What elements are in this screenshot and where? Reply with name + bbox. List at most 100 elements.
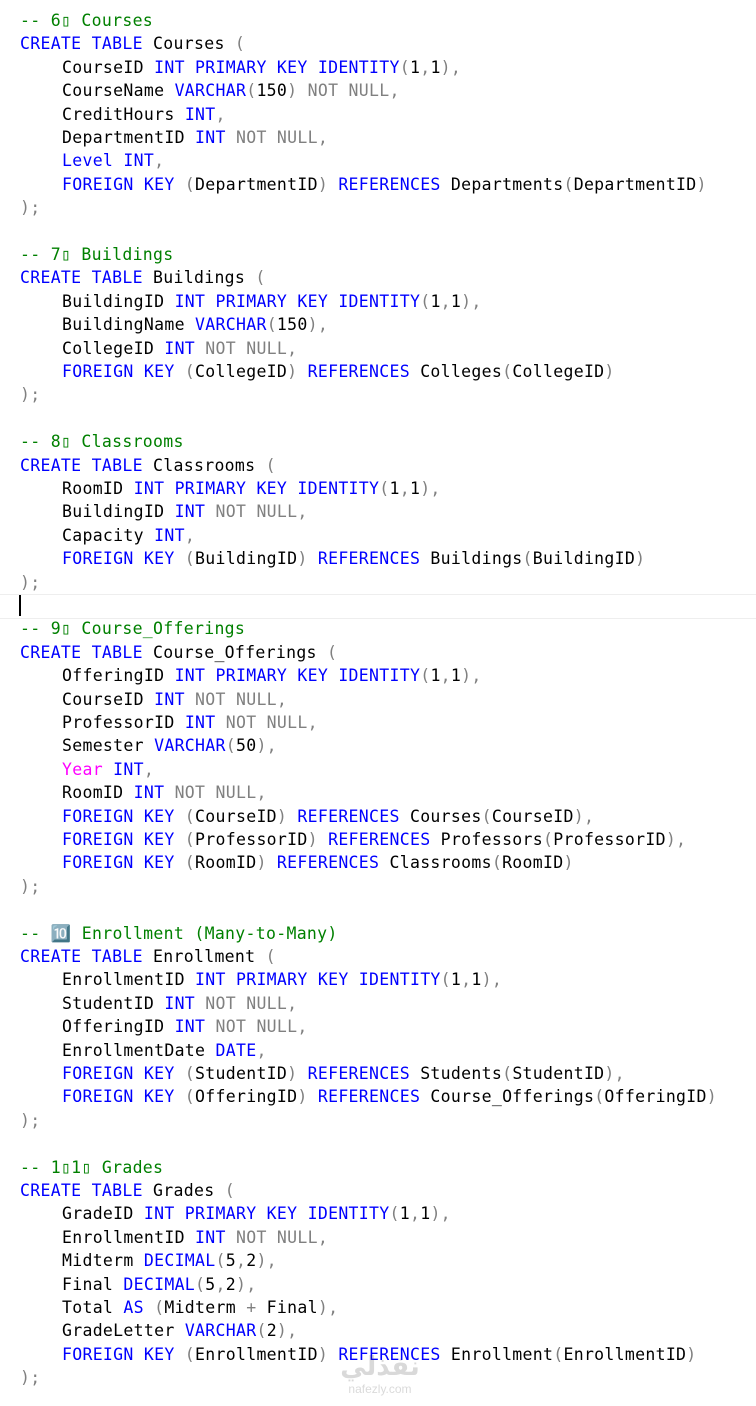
code-token: ); xyxy=(20,198,41,218)
code-token: 1 xyxy=(430,666,441,686)
code-token: ) xyxy=(287,1064,298,1083)
code-line: ); xyxy=(20,571,40,594)
code-token: 1 xyxy=(450,970,462,990)
code-token: FOREIGN KEY xyxy=(62,1087,175,1107)
code-token: EnrollmentDate xyxy=(62,1040,216,1060)
code-token: , xyxy=(235,1251,247,1271)
code-token: Midterm xyxy=(62,1251,144,1271)
code-token: Midterm xyxy=(164,1298,247,1317)
code-token: ) xyxy=(297,549,308,569)
code-token: ) NOT NULL, xyxy=(287,81,400,101)
code-line: -- 9▯ Course_Offerings xyxy=(20,617,245,640)
code-token: BuildingID xyxy=(532,549,636,569)
code-line: CREATE TABLE Enrollment ( xyxy=(20,945,276,968)
code-line: FOREIGN KEY (OfferingID) REFERENCES Cour… xyxy=(62,1085,717,1108)
code-token: INT xyxy=(164,993,196,1013)
code-token: Classrooms xyxy=(142,455,266,475)
code-line: EnrollmentDate DATE, xyxy=(62,1039,267,1062)
code-token: ) xyxy=(686,1344,697,1364)
code-token: ( xyxy=(502,362,513,381)
code-token: Students xyxy=(409,1064,503,1083)
code-token: ) xyxy=(696,174,707,194)
code-token: ) xyxy=(287,362,298,381)
code-token: CollegeID xyxy=(62,338,165,358)
code-line: DepartmentID INT NOT NULL, xyxy=(62,126,328,149)
code-token: INT xyxy=(174,502,206,522)
code-editor[interactable]: -- 6▯ Courses CREATE TABLE Courses (Cours… xyxy=(0,0,756,1406)
code-token: NOT NULL, xyxy=(184,689,288,709)
code-token: OfferingID xyxy=(604,1087,707,1107)
code-token: NOT NULL, xyxy=(225,1227,329,1247)
code-line: FOREIGN KEY (DepartmentID) REFERENCES De… xyxy=(62,173,707,196)
code-token: ( xyxy=(543,830,554,849)
code-token: RoomID xyxy=(195,853,257,873)
code-line: ); xyxy=(20,1366,40,1389)
code-token: INT xyxy=(133,783,165,803)
code-token: 1 xyxy=(389,479,400,498)
code-token: 1 xyxy=(430,57,441,77)
code-token: Buildings xyxy=(142,268,256,288)
code-token: REFERENCES xyxy=(307,1087,421,1107)
code-token: Departments xyxy=(440,174,564,194)
code-token: ( xyxy=(265,947,276,966)
code-line: -- 🔟 Enrollment (Many-to-Many) xyxy=(20,922,338,945)
code-token: OfferingID xyxy=(195,1087,298,1107)
code-token: NOT NULL, xyxy=(215,713,318,732)
code-token: ( xyxy=(224,1181,235,1200)
code-token: VARCHAR xyxy=(184,1321,257,1341)
code-token: ), xyxy=(573,806,595,826)
code-token: FOREIGN KEY xyxy=(62,830,175,849)
code-token: Enrollment xyxy=(142,947,266,966)
code-token: ), xyxy=(276,1321,298,1341)
code-token: GradeLetter xyxy=(62,1321,185,1341)
code-token: -- 9▯ Course_Offerings xyxy=(20,619,246,639)
code-line: Level INT, xyxy=(62,149,164,172)
code-line: OfferingID INT PRIMARY KEY IDENTITY(1,1)… xyxy=(62,664,482,687)
code-token: ( xyxy=(420,666,431,686)
code-token: EnrollmentID xyxy=(195,1344,318,1364)
code-token: ); xyxy=(20,385,41,405)
code-line: Midterm DECIMAL(5,2), xyxy=(62,1249,277,1272)
code-token: ( xyxy=(174,1087,196,1107)
code-token: Capacity xyxy=(62,525,155,545)
code-token: CourseID xyxy=(62,689,155,709)
code-token: CREATE TABLE xyxy=(20,455,143,475)
code-token: CollegeID xyxy=(195,362,288,381)
code-token: ); xyxy=(20,1110,41,1130)
code-token: FOREIGN KEY xyxy=(62,1064,175,1083)
code-token: VARCHAR xyxy=(154,736,226,756)
code-token: ( xyxy=(255,268,266,288)
code-token: -- 1▯1▯ Grades xyxy=(20,1157,164,1177)
code-line: FOREIGN KEY (CourseID) REFERENCES Course… xyxy=(62,805,594,828)
code-line: RoomID INT PRIMARY KEY IDENTITY(1,1), xyxy=(62,477,441,500)
code-token: BuildingID xyxy=(62,502,175,522)
code-token: + xyxy=(246,1298,257,1317)
code-token: REFERENCES xyxy=(287,806,400,826)
code-token: REFERENCES xyxy=(328,174,441,194)
code-token: Courses xyxy=(142,34,235,54)
code-token: ( xyxy=(265,455,276,475)
code-token: ), xyxy=(461,291,482,311)
code-line: Capacity INT, xyxy=(62,524,195,547)
code-line: BuildingID INT NOT NULL, xyxy=(62,500,308,523)
code-token: , xyxy=(154,151,165,171)
code-token: Professors xyxy=(430,830,544,849)
code-token: ( xyxy=(420,291,431,311)
code-token: Level INT xyxy=(62,151,155,171)
code-token: 1 xyxy=(450,291,462,311)
code-line: ); xyxy=(20,196,40,219)
code-token: 150 xyxy=(256,81,288,101)
code-token: ) xyxy=(256,853,267,873)
code-line: ); xyxy=(20,1109,40,1132)
code-token: Total xyxy=(62,1298,124,1317)
code-token: GradeID xyxy=(62,1204,144,1224)
code-token: ), xyxy=(604,1064,625,1083)
code-token: StudentID xyxy=(195,1064,288,1083)
code-token: ( xyxy=(215,1251,226,1271)
code-token: DepartmentID xyxy=(573,174,697,194)
code-token: , xyxy=(409,1204,421,1224)
code-line: CREATE TABLE Grades ( xyxy=(20,1179,235,1202)
code-token: ) xyxy=(604,362,615,381)
code-token: ) xyxy=(635,549,646,569)
code-line: EnrollmentID INT PRIMARY KEY IDENTITY(1,… xyxy=(62,968,502,991)
